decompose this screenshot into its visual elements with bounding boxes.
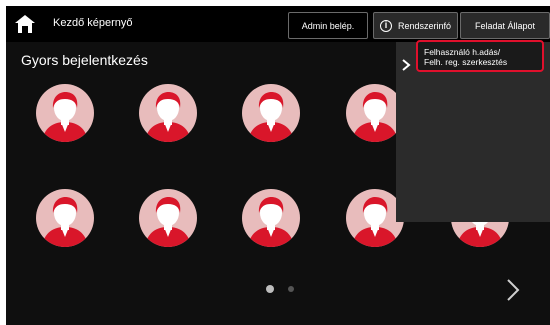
home-icon	[15, 15, 35, 33]
job-status-button[interactable]: Feladat Állapot	[460, 12, 550, 39]
home-button[interactable]	[12, 12, 38, 36]
page-indicator-inactive[interactable]	[288, 286, 294, 292]
page-title: Gyors bejelentkezés	[21, 52, 148, 68]
chevron-right-icon	[402, 59, 411, 71]
menu-item-line-2: Felh. reg. szerkesztés	[424, 57, 508, 67]
avatar-icon	[139, 189, 197, 247]
collapse-menu-button[interactable]	[400, 58, 412, 72]
page-indicator-active	[266, 285, 274, 293]
user-avatar-2[interactable]	[139, 84, 197, 142]
chevron-right-icon	[507, 279, 520, 301]
user-register-edit-menu-item[interactable]: Felhasználó h.adás/ Felh. reg. szerkeszt…	[416, 40, 544, 72]
user-avatar-1[interactable]	[36, 84, 94, 142]
quick-login-screen: Kezdő képernyő Admin belép. i Rendszerin…	[6, 6, 550, 325]
menu-item-line-1: Felhasználó h.adás/	[424, 47, 501, 57]
admin-login-button[interactable]: Admin belép.	[288, 12, 368, 39]
info-icon: i	[380, 19, 392, 32]
user-avatar-7[interactable]	[242, 189, 300, 247]
system-info-button[interactable]: i Rendszerinfó	[373, 12, 458, 39]
top-bar: Kezdő képernyő Admin belép. i Rendszerin…	[6, 6, 550, 42]
user-avatar-6[interactable]	[139, 189, 197, 247]
next-page-button[interactable]	[505, 278, 521, 302]
user-avatar-3[interactable]	[242, 84, 300, 142]
user-avatar-5[interactable]	[36, 189, 94, 247]
avatar-icon	[139, 84, 197, 142]
avatar-icon	[242, 84, 300, 142]
home-title: Kezdő képernyő	[53, 17, 133, 29]
avatar-icon	[242, 189, 300, 247]
system-info-label: Rendszerinfó	[398, 20, 452, 31]
avatar-icon	[36, 84, 94, 142]
avatar-icon	[36, 189, 94, 247]
